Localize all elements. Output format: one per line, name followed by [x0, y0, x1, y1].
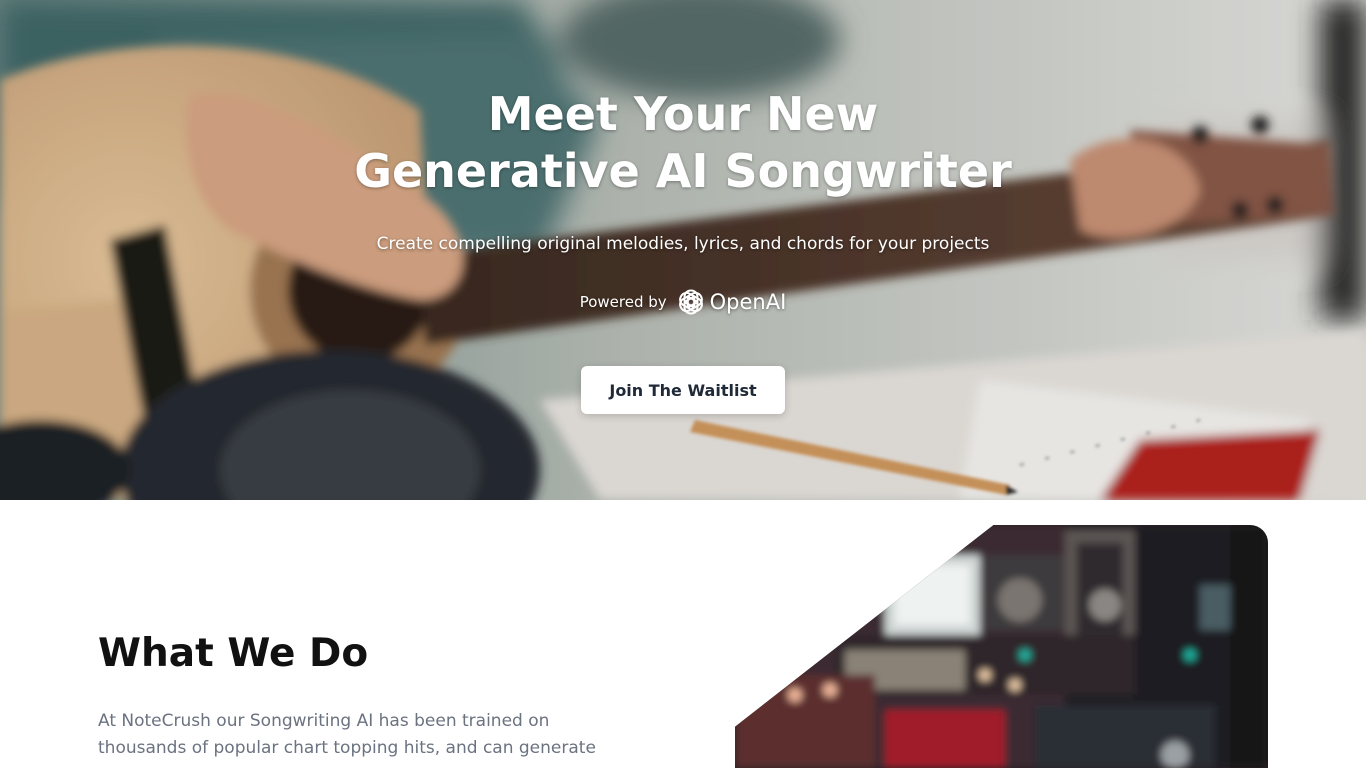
- openai-logo-icon: [678, 289, 703, 315]
- studio-photo: [735, 525, 1268, 768]
- openai-wordmark: OpenAI: [709, 290, 787, 314]
- hero-section: Meet Your New Generative AI Songwriter C…: [0, 0, 1366, 500]
- what-we-do-body: At NoteCrush our Songwriting AI has been…: [98, 711, 596, 758]
- hero-subtitle: Create compelling original melodies, lyr…: [376, 234, 990, 254]
- what-we-do-heading: What We Do: [98, 631, 369, 676]
- studio-image: [735, 525, 1268, 768]
- hero-title-line-2: Generative AI Songwriter: [354, 144, 1012, 198]
- powered-by-row: Powered by OpenAI: [0, 284, 1366, 320]
- hero-title-line-1: Meet Your New: [487, 87, 879, 141]
- openai-logo: OpenAI: [676, 287, 787, 317]
- powered-by-label: Powered by: [579, 293, 667, 311]
- join-waitlist-button[interactable]: Join The Waitlist: [581, 366, 785, 414]
